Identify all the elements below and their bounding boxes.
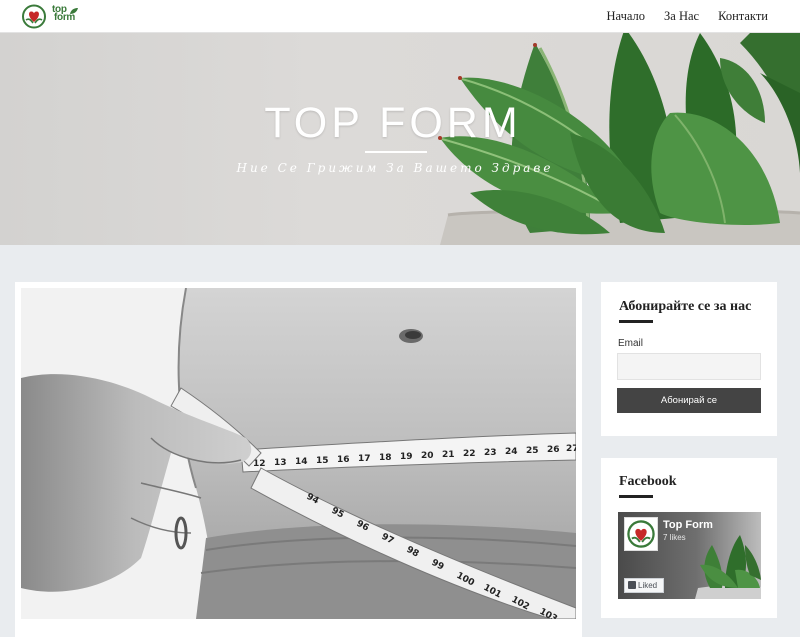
main-nav: Начало За Нас Контакти [588, 0, 768, 33]
svg-text:18: 18 [379, 453, 392, 463]
fb-liked-button[interactable]: Liked [624, 578, 664, 593]
nav-link-contact[interactable]: Контакти [718, 9, 768, 24]
hero-title: TOP FORM [264, 99, 522, 147]
facebook-title-underline [619, 495, 653, 498]
fb-liked-label: Liked [638, 581, 658, 590]
subscribe-title: Абонирайте се за нас [619, 299, 752, 314]
svg-text:24: 24 [505, 447, 518, 457]
facebook-page-plugin[interactable]: Top Form 7 likes Liked [618, 512, 761, 599]
svg-text:23: 23 [484, 448, 497, 458]
fb-page-name[interactable]: Top Form [663, 519, 713, 531]
svg-text:20: 20 [421, 451, 434, 461]
measuring-tape-photo: 12 13 14 15 16 17 18 19 20 21 22 23 24 25 26 27 94… [21, 288, 576, 619]
svg-text:22: 22 [463, 449, 476, 459]
fb-cover-plant-image [695, 535, 761, 599]
nav-link-about[interactable]: За Нас [664, 9, 699, 24]
svg-text:17: 17 [358, 454, 371, 464]
top-navbar: top form Начало За Нас Контакти [0, 0, 800, 33]
facebook-widget: Facebook Top Form 7 likes Liked [601, 458, 777, 618]
logo-leaf-icon [70, 8, 78, 14]
featured-post-image[interactable]: 12 13 14 15 16 17 18 19 20 21 22 23 24 25 26 27 94… [21, 288, 576, 619]
svg-text:12: 12 [253, 459, 266, 469]
hero-divider [365, 151, 427, 153]
fb-avatar-logo-icon [627, 520, 655, 548]
email-input[interactable] [617, 353, 761, 380]
nav-link-home[interactable]: Начало [607, 9, 646, 24]
fb-page-avatar[interactable] [624, 517, 658, 551]
svg-text:25: 25 [526, 446, 539, 456]
svg-text:21: 21 [442, 450, 455, 460]
svg-text:27: 27 [566, 444, 576, 454]
svg-text:19: 19 [400, 452, 413, 462]
hero-banner: TOP FORM Ние Се Грижим За Вашето Здраве [0, 33, 800, 245]
logo-line-form: form [54, 12, 76, 23]
subscribe-title-underline [619, 320, 653, 323]
logo-heart-icon [22, 4, 46, 29]
featured-post-card: 12 13 14 15 16 17 18 19 20 21 22 23 24 25 26 27 94… [15, 282, 582, 637]
fb-like-count: 7 likes [663, 533, 686, 542]
svg-text:26: 26 [547, 445, 560, 455]
hero-subtitle: Ние Се Грижим За Вашето Здраве [236, 161, 554, 175]
site-logo[interactable]: top form [21, 4, 78, 29]
svg-text:15: 15 [316, 456, 329, 466]
svg-text:14: 14 [295, 457, 308, 467]
email-label: Email [618, 338, 644, 349]
svg-text:16: 16 [337, 455, 350, 465]
svg-text:13: 13 [274, 458, 287, 468]
subscribe-widget: Абонирайте се за нас Email Абонирай се [601, 282, 777, 436]
facebook-icon [628, 581, 636, 589]
facebook-title: Facebook [619, 474, 677, 489]
subscribe-button[interactable]: Абонирай се [617, 388, 761, 413]
